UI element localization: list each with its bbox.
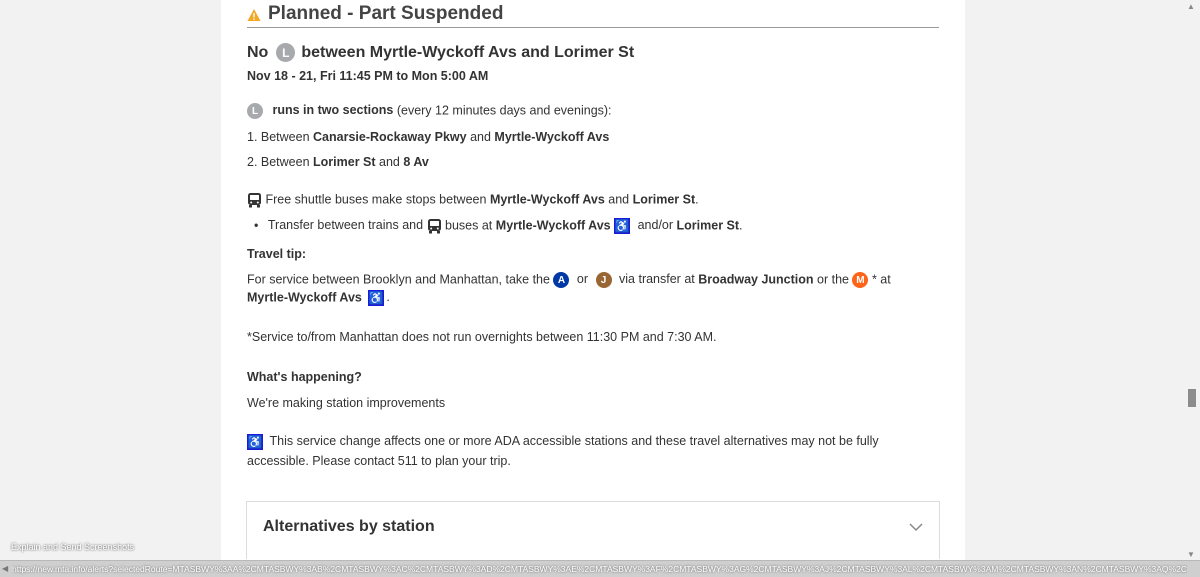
alert-title: No L between Myrtle-Wyckoff Avs and Lori… (247, 43, 634, 62)
wheelchair-accessible-icon: ♿ (247, 434, 263, 450)
explain-screenshots-label[interactable]: Explain and Send Screenshots (11, 542, 134, 552)
bus-icon (427, 219, 441, 234)
whats-happening-heading: What's happening? (247, 370, 362, 384)
connector-text: or (576, 272, 589, 287)
station-name: Myrtle-Wyckoff Avs (495, 218, 611, 233)
station-name: Myrtle-Wyckoff Avs (489, 192, 605, 207)
connector-text: or the (817, 272, 849, 287)
m-train-icon: M (852, 272, 869, 288)
browser-status-bar: ◀ https://new.mta.info/alerts?selectedRo… (0, 560, 1200, 577)
scrollbar-thumb[interactable] (1188, 389, 1196, 407)
transfer-text: Transfer between trains and (267, 218, 424, 233)
bullet: • (254, 218, 259, 233)
ada-notice-line-1: ♿ This service change affects one or mor… (247, 434, 879, 450)
status-header: Planned - Part Suspended (247, 0, 939, 28)
scroll-left-arrow-icon[interactable]: ◀ (2, 564, 8, 573)
l-train-icon: L (247, 103, 263, 119)
section-item-1: 1. Between Canarsie-Rockaway Pkwy and My… (247, 130, 609, 144)
j-train-icon: J (595, 272, 612, 288)
runs-in-sections: L runs in two sections (every 12 minutes… (247, 103, 612, 119)
vertical-scrollbar[interactable]: ▲ ▼ (1183, 0, 1200, 560)
connector-text: via transfer at (619, 272, 695, 287)
section-prefix: 2. Between (247, 155, 310, 169)
station-name: Myrtle-Wyckoff Avs (494, 130, 610, 144)
station-name: Broadway Junction (698, 272, 814, 287)
chevron-down-icon[interactable] (909, 522, 923, 532)
wheelchair-accessible-icon: ♿ (614, 218, 631, 234)
station-name: Canarsie-Rockaway Pkwy (313, 130, 467, 144)
travel-tip-heading: Travel tip: (247, 247, 307, 261)
scroll-down-arrow-icon[interactable]: ▼ (1187, 550, 1195, 559)
shuttle-text: Free shuttle buses make stops between (265, 192, 487, 207)
accordion-title: Alternatives by station (263, 518, 435, 535)
connector-text: and (379, 155, 400, 169)
transfer-item: • Transfer between trains and buses at M… (254, 218, 743, 234)
alert-dates: Nov 18 - 21, Fri 11:45 PM to Mon 5:00 AM (247, 69, 489, 83)
shuttle-info: Free shuttle buses make stops between My… (247, 192, 699, 208)
travel-tip-text: For service between Brooklyn and Manhatt… (247, 272, 550, 287)
section-item-2: 2. Between Lorimer St and 8 Av (247, 155, 429, 169)
connector-text: and (608, 192, 630, 207)
alternatives-accordion[interactable]: Alternatives by station (246, 501, 940, 559)
scroll-up-arrow-icon[interactable]: ▲ (1187, 2, 1195, 11)
ada-notice-line-2: accessible. Please contact 511 to plan y… (247, 454, 511, 468)
connector-text: buses at (445, 218, 493, 233)
station-name: Lorimer St (313, 155, 376, 169)
travel-tip-line-1: For service between Brooklyn and Manhatt… (247, 272, 891, 288)
connector-text: and/or (637, 218, 674, 233)
bus-icon (248, 193, 261, 208)
wheelchair-accessible-icon: ♿ (368, 290, 385, 306)
travel-tip-line-2: Myrtle-Wyckoff Avs ♿. (247, 290, 390, 306)
station-name: 8 Av (403, 155, 429, 169)
station-name: Lorimer St (676, 218, 740, 233)
alert-panel: Planned - Part Suspended No L between My… (221, 0, 965, 560)
alert-title-suffix: between Myrtle-Wyckoff Avs and Lorimer S… (301, 43, 635, 61)
a-train-icon: A (553, 272, 570, 288)
ada-notice-text: This service change affects one or more … (269, 434, 879, 449)
station-name: Lorimer St (632, 192, 696, 207)
status-title: Planned - Part Suspended (268, 2, 504, 24)
service-footnote: *Service to/from Manhattan does not run … (247, 330, 717, 344)
runs-rest: (every 12 minutes days and evenings): (396, 103, 612, 118)
l-train-icon: L (276, 43, 296, 62)
status-url: https://new.mta.info/alerts?selectedRout… (12, 564, 1187, 574)
alert-title-prefix: No (247, 43, 269, 61)
runs-bold: runs in two sections (272, 103, 394, 118)
station-name: Myrtle-Wyckoff Avs (247, 290, 362, 305)
punctuation: . (739, 218, 743, 233)
connector-text: * at (871, 272, 891, 287)
whats-happening-text: We're making station improvements (247, 396, 446, 410)
punctuation: . (386, 290, 390, 305)
connector-text: and (470, 130, 491, 144)
punctuation: . (695, 192, 699, 207)
section-prefix: 1. Between (247, 130, 310, 144)
warning-icon (247, 8, 261, 21)
